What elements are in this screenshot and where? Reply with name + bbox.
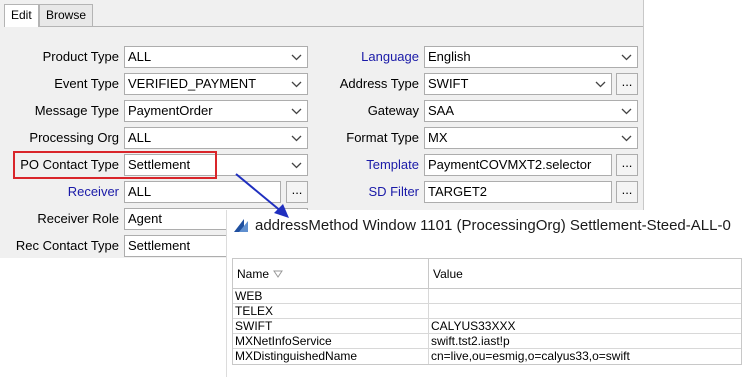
message-type-select[interactable]: PaymentOrder [124,100,308,122]
template-field[interactable]: PaymentCOVMXT2.selector [424,154,612,176]
product-type-label: Product Type [42,49,119,64]
table-header: Name Value [233,259,741,289]
row-value-cell: CALYUS33XXX [431,319,516,333]
address-type-label: Address Type [339,76,419,91]
processing-org-value: ALL [128,130,152,145]
template-label[interactable]: Template [310,154,419,176]
value-column-header[interactable]: Value [429,259,741,288]
tab-edit-label: Edit [11,8,32,22]
processing-org-select[interactable]: ALL [124,127,308,149]
table-row[interactable]: MXNetInfoService swift.tst2.iast!p [233,334,741,349]
chevron-down-icon [289,47,303,67]
message-type-value: PaymentOrder [128,103,213,118]
row-name-cell: MXDistinguishedName [233,349,429,364]
product-type-select[interactable]: ALL [124,46,308,68]
format-type-value: MX [428,130,448,145]
sd-filter-browse-button[interactable]: ... [616,181,638,203]
gateway-value: SAA [428,103,455,118]
sd-filter-field[interactable]: TARGET2 [424,181,612,203]
sd-filter-value: TARGET2 [428,184,487,199]
tab-browse-label: Browse [46,8,87,22]
chevron-down-icon [289,128,303,148]
template-browse-button[interactable]: ... [616,154,638,176]
gateway-label: Gateway [367,103,419,118]
format-type-select[interactable]: MX [424,127,638,149]
table-row[interactable]: SWIFT CALYUS33XXX [233,319,741,334]
row-name-cell: MXNetInfoService [233,334,429,348]
receiver-role-value: Agent [128,211,162,226]
tab-divider [4,26,643,27]
address-type-value: SWIFT [428,76,469,91]
chevron-down-icon [289,155,303,175]
tab-edit[interactable]: Edit [4,4,39,27]
receiver-value: ALL [128,184,152,199]
chevron-down-icon [619,128,633,148]
chevron-down-icon [593,74,607,94]
po-contact-type-highlight [13,151,217,179]
row-value-cell [429,304,741,318]
format-type-label: Format Type [346,130,419,145]
row-value-cell: swift.tst2.iast!p [431,334,510,348]
chevron-down-icon [619,47,633,67]
event-type-label: Event Type [54,76,119,91]
row-name-cell: TELEX [233,304,429,318]
address-method-window: addressMethod Window 1101 (ProcessingOrg… [226,210,752,377]
tab-browse[interactable]: Browse [39,4,94,26]
row-name-cell: SWIFT [233,319,429,333]
app-logo-icon [234,219,248,232]
row-value-cell [429,289,741,303]
table-row[interactable]: MXDistinguishedName cn=live,ou=esmig,o=c… [233,349,741,364]
sd-filter-label[interactable]: SD Filter [310,181,419,203]
address-table: Name Value WEB TELEX SWIFT CALYUS33XXX M… [232,258,742,365]
receiver-role-label: Receiver Role [37,211,119,226]
language-select[interactable]: English [424,46,638,68]
chevron-down-icon [619,101,633,121]
window-title-bar: addressMethod Window 1101 (ProcessingOrg… [227,210,752,240]
address-type-browse-button[interactable]: ... [616,73,638,95]
window-title: addressMethod Window 1101 (ProcessingOrg… [255,216,731,234]
receiver-field[interactable]: ALL [124,181,281,203]
product-type-value: ALL [128,49,152,64]
receiver-browse-button[interactable]: ... [286,181,308,203]
gateway-select[interactable]: SAA [424,100,638,122]
event-type-select[interactable]: VERIFIED_PAYMENT [124,73,308,95]
name-column-label: Name [237,266,270,281]
table-row[interactable]: WEB [233,289,741,304]
value-column-label: Value [433,267,463,281]
sort-indicator-icon [273,270,283,278]
message-type-label: Message Type [34,103,119,118]
language-label[interactable]: Language [310,46,419,68]
template-value: PaymentCOVMXT2.selector [428,157,592,172]
event-type-value: VERIFIED_PAYMENT [128,76,257,91]
row-name-cell: WEB [233,289,429,303]
rec-contact-type-value: Settlement [128,238,191,253]
rec-contact-type-label: Rec Contact Type [15,238,119,253]
address-type-select[interactable]: SWIFT [424,73,612,95]
receiver-label[interactable]: Receiver [0,181,119,203]
table-row[interactable]: TELEX [233,304,741,319]
language-value: English [428,49,471,64]
row-value-cell: cn=live,ou=esmig,o=calyus33,o=swift [431,349,630,363]
chevron-down-icon [289,101,303,121]
chevron-down-icon [289,74,303,94]
name-column-header[interactable]: Name [233,259,429,288]
processing-org-label: Processing Org [29,130,119,145]
